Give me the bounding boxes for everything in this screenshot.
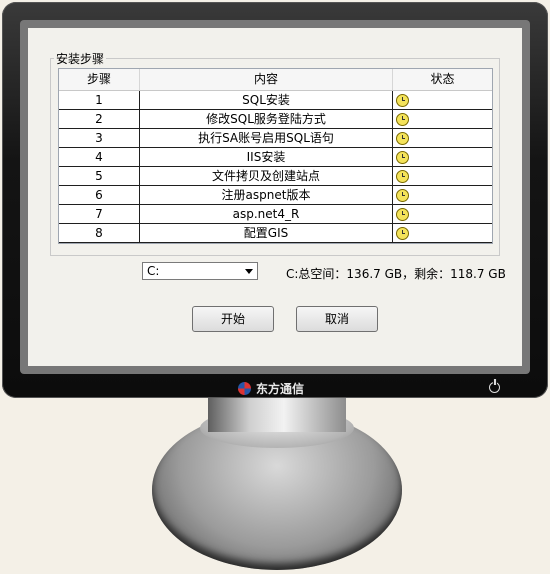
step-status [393,110,492,128]
step-status [393,186,492,204]
drive-select-value: C: [147,264,160,278]
step-status [393,224,492,242]
pending-clock-icon [396,94,409,107]
step-status [393,129,492,147]
disk-space-label: C:总空间：136.7 GB，剩余：118.7 GB [286,267,506,281]
pending-clock-icon [396,208,409,221]
pending-clock-icon [396,151,409,164]
step-content: SQL安装 [140,91,393,109]
step-content: asp.net4_R [140,205,393,223]
brand-name: 东方通信 [256,382,305,396]
table-row[interactable]: 7 asp.net4_R [59,205,492,224]
step-content: 注册aspnet版本 [140,186,393,204]
brand-badge: 东方通信 [238,380,304,397]
step-number: 3 [59,129,140,147]
step-status [393,205,492,223]
pending-clock-icon [396,113,409,126]
step-number: 8 [59,224,140,242]
step-content: 修改SQL服务登陆方式 [140,110,393,128]
step-number: 2 [59,110,140,128]
monitor-neck [208,398,346,432]
brand-logo-icon [238,382,251,395]
table-row[interactable]: 5 文件拷贝及创建站点 [59,167,492,186]
step-number: 7 [59,205,140,223]
table-header: 步骤 内容 状态 [59,69,492,91]
step-status [393,91,492,109]
step-content: 执行SA账号启用SQL语句 [140,129,393,147]
table-row[interactable]: 1 SQL安装 [59,91,492,110]
installer-window: 安装步骤 步骤 内容 状态 1 SQL安装 2 修改SQL服务登陆方式 3 执行SA账号启… [28,28,522,366]
cancel-button[interactable]: 取消 [296,306,378,332]
start-button[interactable]: 开始 [192,306,274,332]
column-header-step[interactable]: 步骤 [59,69,140,90]
column-header-content[interactable]: 内容 [140,69,393,90]
step-number: 6 [59,186,140,204]
pending-clock-icon [396,170,409,183]
chevron-down-icon[interactable] [245,269,253,274]
table-row[interactable]: 8 配置GIS [59,224,492,243]
pending-clock-icon [396,227,409,240]
step-number: 1 [59,91,140,109]
step-status [393,148,492,166]
column-header-status[interactable]: 状态 [393,69,492,90]
step-status [393,167,492,185]
step-content: IIS安装 [140,148,393,166]
step-content: 配置GIS [140,224,393,242]
pending-clock-icon [396,132,409,145]
power-icon[interactable] [489,379,500,393]
group-title: 安装步骤 [54,50,107,67]
table-row[interactable]: 4 IIS安装 [59,148,492,167]
step-content: 文件拷贝及创建站点 [140,167,393,185]
table-row[interactable]: 3 执行SA账号启用SQL语句 [59,129,492,148]
pending-clock-icon [396,189,409,202]
step-number: 5 [59,167,140,185]
drive-select[interactable]: C: [142,262,258,280]
table-row[interactable]: 6 注册aspnet版本 [59,186,492,205]
table-row[interactable]: 2 修改SQL服务登陆方式 [59,110,492,129]
steps-table: 步骤 内容 状态 1 SQL安装 2 修改SQL服务登陆方式 3 执行SA账号启用SQL语… [58,68,493,244]
step-number: 4 [59,148,140,166]
